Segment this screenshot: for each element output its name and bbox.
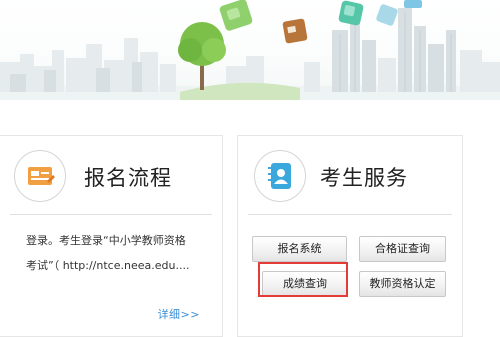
card-header: 考生服务 [238,136,462,214]
description-line: 考试”（ http://ntce.neea.edu.... [26,259,190,272]
candidate-services-card: 考生服务 报名系统 合格证查询 成绩查询 教师资格认定 [237,135,463,337]
details-link[interactable]: 详细>> [158,306,200,322]
card-title: 报名流程 [84,166,172,190]
card-title: 考生服务 [320,166,408,190]
teacher-qualification-button[interactable]: 教师资格认定 [359,271,446,297]
city-skyline-illustration [0,0,500,100]
top-banner [0,0,500,100]
certificate-query-button[interactable]: 合格证查询 [359,236,446,262]
divider [248,214,452,215]
divider [10,214,212,215]
description-line: 登录。考生登录“中小学教师资格 [26,234,186,247]
registration-system-button[interactable]: 报名系统 [252,236,347,262]
candidate-notebook-icon [254,150,306,202]
card-header: 报名流程 [0,136,222,214]
registration-card-icon [14,150,66,202]
score-query-highlight [258,262,348,297]
process-description: 登录。考生登录“中小学教师资格 考试”（ http://ntce.neea.ed… [26,228,211,278]
registration-process-card: 报名流程 登录。考生登录“中小学教师资格 考试”（ http://ntce.ne… [0,135,223,337]
